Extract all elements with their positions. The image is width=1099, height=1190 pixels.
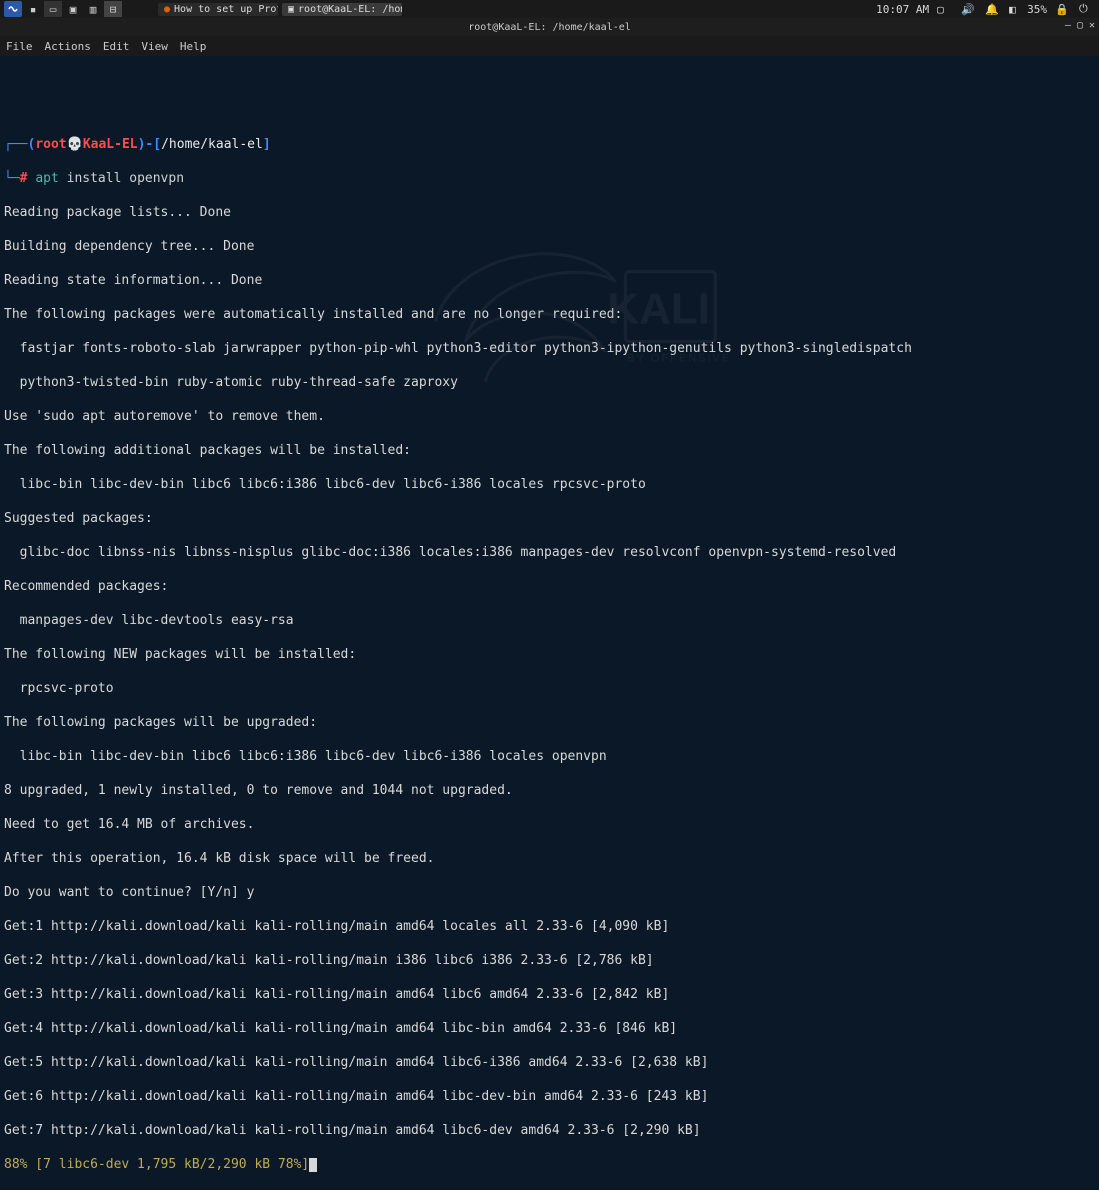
output-line: Get:7 http://kali.download/kali kali-rol… <box>4 1122 1095 1139</box>
panel-left: ▪ ▭ ▣ ▥ ⊟ ● How to set up ProtonVP… ▣ ro… <box>4 1 402 17</box>
notification-icon[interactable]: 🔔 <box>985 3 1001 16</box>
power-icon[interactable]: ⏻ <box>1079 2 1095 16</box>
battery-icon[interactable]: ◧ <box>1009 3 1025 16</box>
menu-view[interactable]: View <box>141 40 168 53</box>
terminal-body[interactable]: KALI BY OFFENSIVE SECURITY ┌──(root💀KaaL… <box>0 56 1099 618</box>
clock-label[interactable]: 10:07 AM <box>876 3 929 16</box>
output-line: The following NEW packages will be insta… <box>4 646 1095 663</box>
volume-icon[interactable]: 🔊 <box>961 3 977 16</box>
output-line: Reading state information... Done <box>4 272 1095 289</box>
output-line: glibc-doc libnss-nis libnss-nisplus glib… <box>4 544 1095 561</box>
output-line: python3-twisted-bin ruby-atomic ruby-thr… <box>4 374 1095 391</box>
window-controls: — ▢ ✕ <box>1065 20 1095 31</box>
taskbar-browser-label: How to set up ProtonVP… <box>174 4 278 15</box>
battery-label: 35% <box>1027 3 1047 16</box>
firefox-icon: ● <box>164 4 170 15</box>
menu-edit[interactable]: Edit <box>103 40 130 53</box>
menu-help[interactable]: Help <box>180 40 207 53</box>
output-line: Need to get 16.4 MB of archives. <box>4 816 1095 833</box>
output-line: manpages-dev libc-devtools easy-rsa <box>4 612 1095 629</box>
menu-file[interactable]: File <box>6 40 33 53</box>
output-line: Recommended packages: <box>4 578 1095 595</box>
output-line: 8 upgraded, 1 newly installed, 0 to remo… <box>4 782 1095 799</box>
panel-right: 10:07 AM ▢ 🔊 🔔 ◧ 35% 🔒 ⏻ <box>876 2 1095 16</box>
output-line: Get:6 http://kali.download/kali kali-rol… <box>4 1088 1095 1105</box>
maximize-icon[interactable]: ▢ <box>1077 20 1083 31</box>
output-line: Get:4 http://kali.download/kali kali-rol… <box>4 1020 1095 1037</box>
taskbar-terminal-label: root@KaaL-EL: /home/k… <box>298 4 402 15</box>
output-line: Get:2 http://kali.download/kali kali-rol… <box>4 952 1095 969</box>
output-line: After this operation, 16.4 kB disk space… <box>4 850 1095 867</box>
output-line: rpcsvc-proto <box>4 680 1095 697</box>
output-line: Do you want to continue? [Y/n] y <box>4 884 1095 901</box>
output-line: The following packages will be upgraded: <box>4 714 1095 731</box>
terminal-launcher-icon[interactable]: ▣ <box>64 1 82 17</box>
close-icon[interactable]: ✕ <box>1089 20 1095 31</box>
output-line: fastjar fonts-roboto-slab jarwrapper pyt… <box>4 340 1095 357</box>
output-line: libc-bin libc-dev-bin libc6 libc6:i386 l… <box>4 476 1095 493</box>
taskbar-terminal-button[interactable]: ▣ root@KaaL-EL: /home/k… <box>282 3 402 16</box>
output-line: Use 'sudo apt autoremove' to remove them… <box>4 408 1095 425</box>
output-line: Get:5 http://kali.download/kali kali-rol… <box>4 1054 1095 1071</box>
prompt-line-1: ┌──(root💀KaaL-EL)-[/home/kaal-el] <box>4 136 1095 153</box>
lock-icon[interactable]: 🔒 <box>1055 3 1071 16</box>
browser-launcher-icon[interactable]: ▥ <box>84 1 102 17</box>
taskbar-browser-button[interactable]: ● How to set up ProtonVP… <box>158 3 278 16</box>
minimize-icon[interactable]: — <box>1065 20 1071 31</box>
workspace-1-icon[interactable]: ▪ <box>24 1 42 17</box>
output-line: Get:1 http://kali.download/kali kali-rol… <box>4 918 1095 935</box>
output-line: libc-bin libc-dev-bin libc6 libc6:i386 l… <box>4 748 1095 765</box>
app-menu-icon[interactable] <box>4 1 22 17</box>
output-line: Reading package lists... Done <box>4 204 1095 221</box>
skull-icon: 💀 <box>67 137 83 152</box>
progress-line: 88% [7 libc6-dev 1,795 kB/2,290 kB 78%] <box>4 1156 1095 1173</box>
output-line: Suggested packages: <box>4 510 1095 527</box>
menubar: File Actions Edit View Help <box>0 36 1099 56</box>
output-line: Get:3 http://kali.download/kali kali-rol… <box>4 986 1095 1003</box>
display-icon[interactable]: ▢ <box>937 3 953 16</box>
show-desktop-icon[interactable]: ⊟ <box>104 1 122 17</box>
output-line: The following packages were automaticall… <box>4 306 1095 323</box>
file-manager-icon[interactable]: ▭ <box>44 1 62 17</box>
output-line: Building dependency tree... Done <box>4 238 1095 255</box>
terminal-small-icon: ▣ <box>288 4 294 15</box>
top-panel: ▪ ▭ ▣ ▥ ⊟ ● How to set up ProtonVP… ▣ ro… <box>0 0 1099 18</box>
terminal-cursor <box>309 1158 317 1172</box>
window-titlebar[interactable]: root@KaaL-EL: /home/kaal-el — ▢ ✕ <box>0 18 1099 36</box>
output-line: The following additional packages will b… <box>4 442 1095 459</box>
prompt-line-2: └─# apt install openvpn <box>4 170 1095 187</box>
menu-actions[interactable]: Actions <box>45 40 91 53</box>
window-title: root@KaaL-EL: /home/kaal-el <box>468 22 631 33</box>
